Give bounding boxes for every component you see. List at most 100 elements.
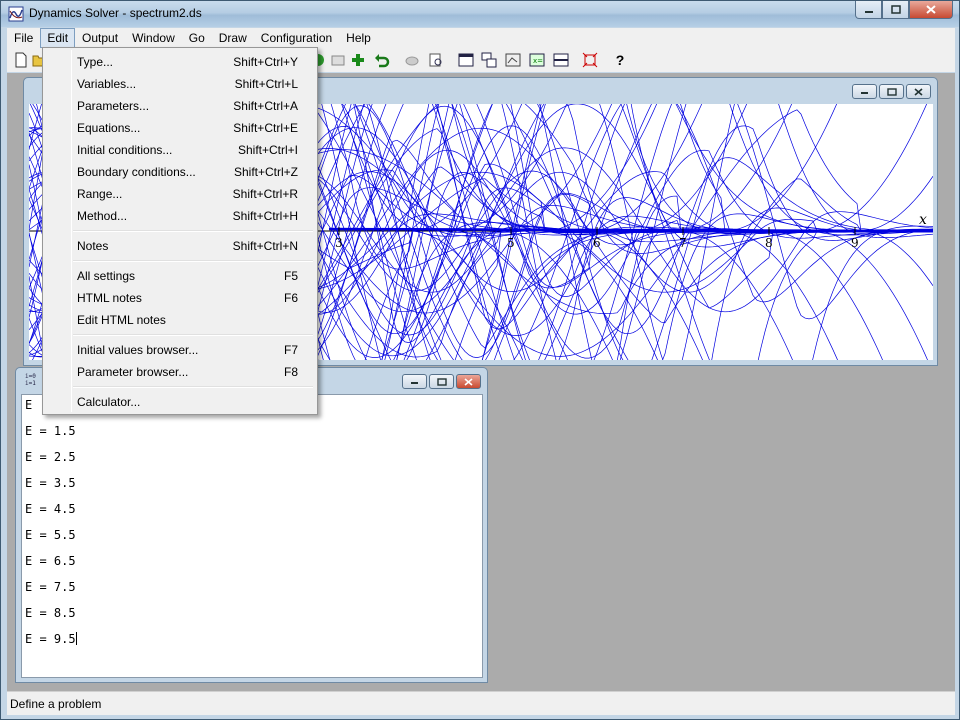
menu-item-shortcut: Shift+Ctrl+A [233,99,298,113]
menu-separator [73,230,313,232]
restore-icon [886,87,897,96]
close-icon [926,5,936,14]
menu-configuration[interactable]: Configuration [254,28,339,48]
fit-button[interactable] [581,51,599,69]
cloud-icon [405,56,419,66]
help-button[interactable]: ? [611,51,629,69]
menu-item-notes[interactable]: Notes Shift+Ctrl+N [45,235,315,257]
menu-item-parameters[interactable]: Parameters... Shift+Ctrl+A [45,95,315,117]
text-output-area[interactable]: E E = 1.5 E = 2.5 E = 3.5 E = 4.5 E = 5.5 E = … [21,394,483,678]
minimize-icon [864,10,873,13]
menu-item-label: HTML notes [77,291,142,305]
menu-item-equations[interactable]: Equations... Shift+Ctrl+E [45,117,315,139]
table-button[interactable]: x= [528,51,546,69]
window-button[interactable] [457,51,475,69]
print-preview-icon [429,53,442,67]
menu-separator [73,260,313,262]
x-axis-label: x [919,212,927,228]
erase-button[interactable] [329,51,347,69]
menu-item-label: Parameter browser... [77,365,189,379]
menu-item-label: All settings [77,269,136,283]
tile-icon [481,52,497,68]
new-file-icon [15,52,27,68]
window-title: Dynamics Solver - spectrum2.ds [29,6,202,20]
menu-item-initial-values-browser[interactable]: Initial values browser... F7 [45,339,315,361]
app-window: Dynamics Solver - spectrum2.ds File Edit… [0,0,960,720]
undo-button[interactable] [373,51,391,69]
menu-edit[interactable]: Edit [40,28,76,48]
menu-output[interactable]: Output [75,28,125,48]
menu-item-all-settings[interactable]: All settings F5 [45,265,315,287]
tile-button[interactable] [480,51,498,69]
menu-item-method[interactable]: Method... Shift+Ctrl+H [45,205,315,227]
minimize-icon [861,92,868,94]
menu-item-parameter-browser[interactable]: Parameter browser... F8 [45,361,315,383]
print-preview-button[interactable] [427,51,445,69]
menu-go[interactable]: Go [182,28,212,48]
new-file-button[interactable] [12,51,30,69]
output-line: E = 5.5 [25,528,76,542]
menu-item-edit-html-notes[interactable]: Edit HTML notes [45,309,315,331]
menu-item-variables[interactable]: Variables... Shift+Ctrl+L [45,73,315,95]
menu-item-shortcut: F7 [283,343,298,357]
output-line: E = 3.5 [25,476,76,490]
split-button[interactable] [552,51,570,69]
plot-restore-button[interactable] [879,84,904,99]
output-line: E = 4.5 [25,502,76,516]
fit-icon [582,52,598,68]
menu-help[interactable]: Help [339,28,378,48]
output-line: E = 9.5 [25,632,77,646]
table-icon: x= [529,53,545,67]
menu-item-calculator[interactable]: Calculator... [45,391,315,413]
output-line: E = 7.5 [25,580,76,594]
output-line: E = 1.5 [25,424,76,438]
cloud-button[interactable] [403,51,421,69]
menu-item-initial-conditions[interactable]: Initial conditions... Shift+Ctrl+I [45,139,315,161]
text-restore-button[interactable] [429,374,454,389]
svg-text:i=1: i=1 [25,380,36,386]
menu-item-range[interactable]: Range... Shift+Ctrl+R [45,183,315,205]
menu-item-type[interactable]: Type... Shift+Ctrl+Y [45,51,315,73]
menu-item-label: Type... [77,55,114,69]
restore-icon [436,377,447,386]
undo-icon [375,54,390,68]
menu-item-label: Initial conditions... [77,143,173,157]
menu-separator [73,386,313,388]
menu-item-html-notes[interactable]: HTML notes F6 [45,287,315,309]
split-icon [553,53,569,67]
menu-item-label: Method... [77,209,128,223]
menu-file[interactable]: File [7,28,40,48]
plot-minimize-button[interactable] [852,84,877,99]
menu-item-shortcut: Shift+Ctrl+N [232,239,298,253]
menu-item-label: Edit HTML notes [77,313,166,327]
menu-item-shortcut: F5 [283,269,298,283]
x-tick-label: 5 [507,236,515,250]
menu-item-shortcut: Shift+Ctrl+Z [233,165,298,179]
title-bar[interactable]: Dynamics Solver - spectrum2.ds [1,1,959,27]
svg-text:i=0: i=0 [25,373,36,380]
menu-draw[interactable]: Draw [212,28,254,48]
menu-item-label: Range... [77,187,123,201]
maximize-button[interactable] [882,1,909,19]
x-tick-label: 7 [679,236,687,250]
text-caret [75,632,77,645]
menu-item-boundary-conditions[interactable]: Boundary conditions... Shift+Ctrl+Z [45,161,315,183]
menu-item-label: Variables... [77,77,137,91]
plot-close-button[interactable] [906,84,931,99]
menu-item-label: Initial values browser... [77,343,199,357]
output-line: E [25,398,33,412]
menu-item-shortcut: Shift+Ctrl+L [234,77,298,91]
menu-separator [73,334,313,336]
add-button[interactable] [349,51,367,69]
svg-text:x=: x= [533,57,543,65]
minimize-button[interactable] [855,1,882,19]
graph-button[interactable] [504,51,522,69]
close-icon [914,87,923,96]
text-minimize-button[interactable] [402,374,427,389]
menu-window[interactable]: Window [125,28,182,48]
graph-icon [505,53,521,67]
close-button[interactable] [909,1,953,19]
x-tick-label: 6 [593,236,601,250]
text-close-button[interactable] [456,374,481,389]
x-tick-label: 3 [335,236,343,250]
